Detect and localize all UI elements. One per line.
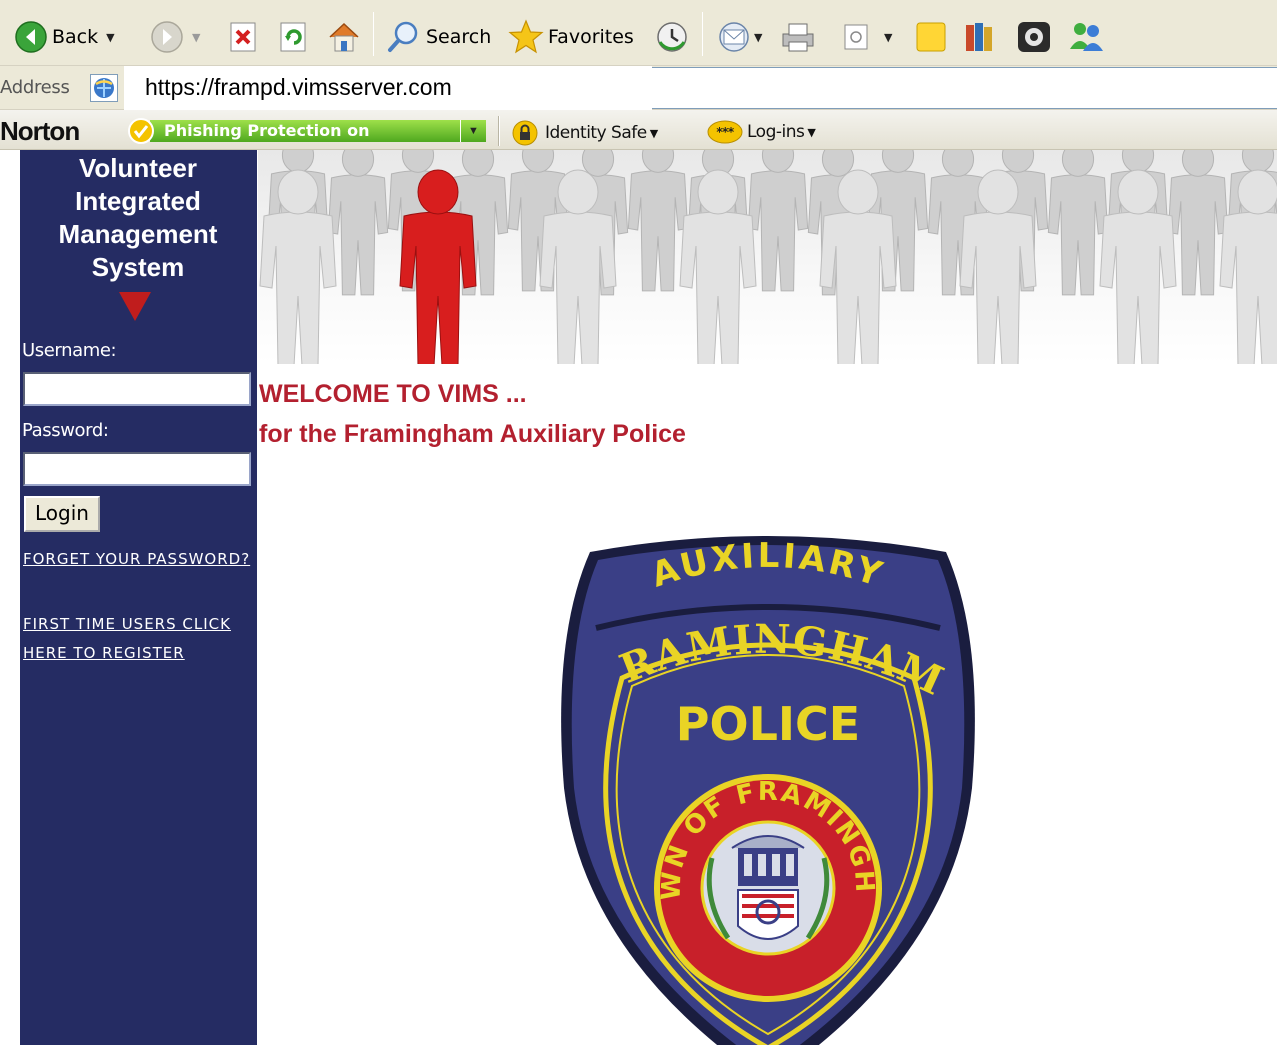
back-arrow-icon <box>15 21 47 53</box>
back-label: Back <box>52 26 99 48</box>
logins-password-icon: *** <box>707 120 743 144</box>
header-banner <box>258 150 1277 364</box>
forward-button[interactable]: ▼ <box>150 16 200 58</box>
research-books-icon <box>966 23 992 51</box>
svg-text:***: *** <box>716 125 735 139</box>
refresh-icon <box>280 22 306 52</box>
stop-icon <box>230 22 256 52</box>
username-field[interactable] <box>23 372 251 406</box>
phishing-status-label: Phishing Protection on <box>164 121 370 140</box>
welcome-subheading: for the Framingham Auxiliary Police <box>259 420 686 448</box>
crowd-figure <box>747 150 809 292</box>
site-title-line: Integrated <box>75 186 201 216</box>
norton-separator <box>498 116 500 146</box>
logins-label: Log-ins <box>747 122 805 142</box>
forward-dropdown-icon[interactable]: ▼ <box>192 31 200 44</box>
messenger-icon <box>1070 23 1103 51</box>
forward-arrow-icon <box>151 21 183 53</box>
site-title-line: System <box>91 252 185 282</box>
phishing-dropdown-icon[interactable]: ▼ <box>460 120 486 142</box>
password-field[interactable] <box>23 452 251 486</box>
identity-safe-dropdown-icon: ▼ <box>649 126 658 140</box>
down-triangle-icon <box>119 292 151 321</box>
patch-center-text: POLICE <box>676 697 860 751</box>
logins-dropdown-icon: ▼ <box>807 125 816 139</box>
favorites-star-icon <box>508 19 544 54</box>
welcome-heading: WELCOME TO VIMS ... <box>259 380 527 408</box>
home-icon <box>329 22 359 52</box>
back-button[interactable]: Back ▼ <box>14 16 115 58</box>
home-button[interactable] <box>326 16 362 58</box>
crowd-figure <box>327 150 389 296</box>
address-label: Address <box>0 77 70 98</box>
search-icon <box>388 21 418 52</box>
register-link[interactable]: HERE TO REGISTER <box>23 644 185 662</box>
edit-dropdown-icon[interactable]: ▼ <box>884 31 892 44</box>
messenger-button[interactable] <box>1066 16 1106 58</box>
crowd-figure <box>1219 169 1277 364</box>
crowd-of-figures-image <box>259 150 1277 364</box>
media-icon <box>1018 22 1050 52</box>
login-button[interactable]: Login <box>24 496 100 532</box>
favorites-label: Favorites <box>548 26 634 48</box>
page-icon <box>90 74 118 102</box>
stop-button[interactable] <box>228 16 260 58</box>
history-icon <box>657 22 687 52</box>
browser-toolbar: Back ▼ ▼ Search Favorites ▼ ▼ <box>0 0 1277 66</box>
password-label: Password: <box>22 420 109 441</box>
identity-safe-label: Identity Safe <box>545 123 647 143</box>
sticky-note-icon <box>916 22 946 52</box>
research-button[interactable] <box>962 16 998 58</box>
logins-menu[interactable]: *** Log-ins ▼ <box>707 120 816 144</box>
sidebar: Volunteer Integrated Management System U… <box>20 150 257 1045</box>
edit-button[interactable]: ▼ <box>842 16 892 58</box>
forgot-password-link[interactable]: FORGET YOUR PASSWORD? <box>23 550 250 568</box>
notes-button[interactable] <box>914 16 948 58</box>
mail-dropdown-icon[interactable]: ▼ <box>754 31 762 44</box>
site-title: Volunteer Integrated Management System <box>20 152 256 284</box>
search-label: Search <box>426 26 492 48</box>
crowd-figure <box>627 150 689 292</box>
refresh-button[interactable] <box>278 16 310 58</box>
toolbar-separator <box>373 12 374 56</box>
printer-icon <box>782 23 814 52</box>
register-link[interactable]: FIRST TIME USERS CLICK <box>23 615 231 633</box>
norton-logo: Norton <box>0 116 80 146</box>
address-bar: Address https://frampd.vimsserver.com <box>0 66 1277 110</box>
username-label: Username: <box>22 340 117 361</box>
edit-page-icon <box>844 24 868 50</box>
toolbar-separator <box>702 12 703 56</box>
site-title-line: Management <box>58 219 218 249</box>
print-button[interactable] <box>779 16 817 58</box>
favorites-button[interactable]: Favorites <box>508 16 634 58</box>
mail-button[interactable]: ▼ <box>716 16 762 58</box>
phishing-protection-status[interactable]: Phishing Protection on <box>150 120 460 142</box>
search-button[interactable]: Search <box>386 16 491 58</box>
crowd-figure <box>1047 150 1109 296</box>
back-dropdown-icon[interactable]: ▼ <box>106 31 114 44</box>
norton-toolbar: Norton Phishing Protection on ▼ Identity… <box>0 110 1277 150</box>
police-patch-image: AUXILIARY FRAMINGHAM POLICE TOWN OF FRAM… <box>552 528 984 1045</box>
checkmark-icon <box>128 118 154 144</box>
crowd-figure <box>1167 150 1229 296</box>
mail-icon <box>719 22 749 52</box>
lock-icon <box>512 120 538 146</box>
media-button[interactable] <box>1015 16 1053 58</box>
history-button[interactable] <box>655 16 689 58</box>
address-url[interactable]: https://frampd.vimsserver.com <box>145 74 452 101</box>
identity-safe-menu[interactable]: Identity Safe ▼ <box>511 120 658 146</box>
site-title-line: Volunteer <box>79 153 197 183</box>
